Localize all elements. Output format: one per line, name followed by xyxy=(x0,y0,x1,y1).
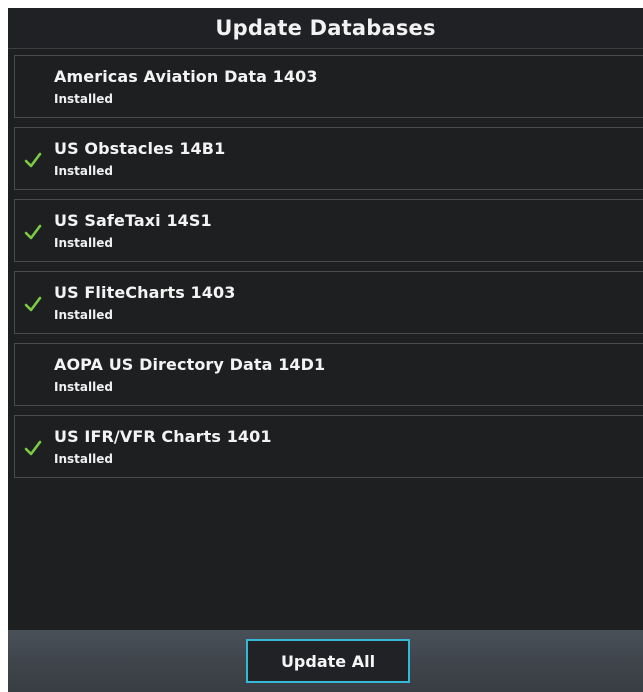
check-icon xyxy=(24,296,42,312)
check-icon xyxy=(24,152,42,168)
database-row-aopa-us-directory[interactable]: AOPA US Directory Data 14D1 Installed xyxy=(14,343,643,406)
database-row-americas-aviation-data[interactable]: Americas Aviation Data 1403 Installed xyxy=(14,55,643,118)
update-databases-panel: Update Databases Americas Aviation Data … xyxy=(8,8,643,692)
database-row-us-ifr-vfr-charts[interactable]: US IFR/VFR Charts 1401 Installed xyxy=(14,415,643,478)
footer-bar: Update All xyxy=(8,630,643,692)
database-name: US FliteCharts 1403 xyxy=(54,283,236,302)
check-icon xyxy=(24,224,42,240)
database-row-us-flitecharts[interactable]: US FliteCharts 1403 Installed xyxy=(14,271,643,334)
database-status: Installed xyxy=(54,380,113,394)
database-name: US IFR/VFR Charts 1401 xyxy=(54,427,272,446)
database-name: US Obstacles 14B1 xyxy=(54,139,226,158)
database-status: Installed xyxy=(54,236,113,250)
database-status: Installed xyxy=(54,164,113,178)
database-row-us-safetaxi[interactable]: US SafeTaxi 14S1 Installed xyxy=(14,199,643,262)
database-status: Installed xyxy=(54,92,113,106)
database-name: Americas Aviation Data 1403 xyxy=(54,67,318,86)
database-name: US SafeTaxi 14S1 xyxy=(54,211,212,230)
database-status: Installed xyxy=(54,452,113,466)
database-row-us-obstacles[interactable]: US Obstacles 14B1 Installed xyxy=(14,127,643,190)
database-list: Americas Aviation Data 1403 Installed US… xyxy=(14,55,643,487)
database-status: Installed xyxy=(54,308,113,322)
check-icon xyxy=(24,440,42,456)
update-all-button[interactable]: Update All xyxy=(246,639,410,683)
page-title: Update Databases xyxy=(8,8,643,49)
database-name: AOPA US Directory Data 14D1 xyxy=(54,355,326,374)
